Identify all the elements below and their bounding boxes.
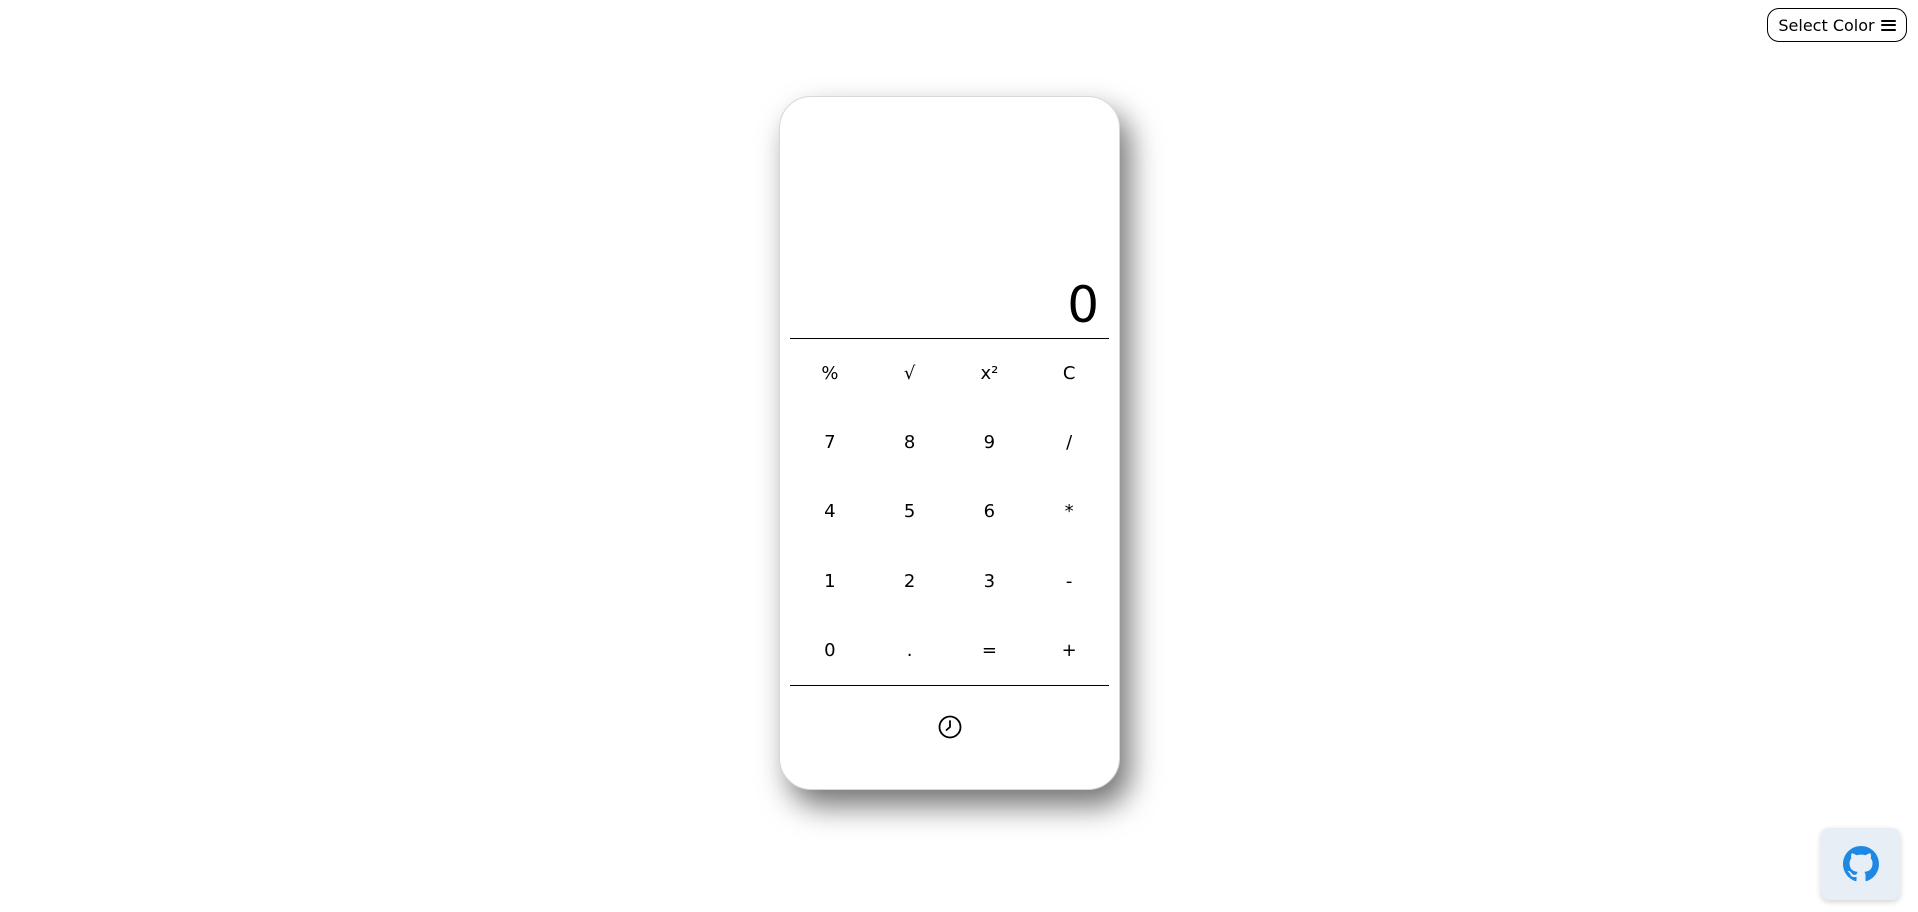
key-9[interactable]: 9 xyxy=(950,408,1030,477)
key-subtract[interactable]: - xyxy=(1029,547,1109,616)
key-equals[interactable]: = xyxy=(950,616,1030,685)
key-3[interactable]: 3 xyxy=(950,547,1030,616)
key-square[interactable]: x² xyxy=(950,339,1030,408)
key-add[interactable]: + xyxy=(1029,616,1109,685)
key-percent[interactable]: % xyxy=(790,339,870,408)
key-multiply[interactable]: * xyxy=(1029,477,1109,546)
select-color-label: Select Color xyxy=(1778,15,1875,35)
key-sqrt[interactable]: √ xyxy=(870,339,950,408)
hamburger-icon xyxy=(1880,19,1896,31)
key-7[interactable]: 7 xyxy=(790,408,870,477)
keypad: % √ x² C 7 8 9 / 4 5 6 * 1 2 3 - 0 . = + xyxy=(790,339,1109,686)
key-5[interactable]: 5 xyxy=(870,477,950,546)
display-value: 0 xyxy=(1067,276,1099,334)
history-button[interactable] xyxy=(935,712,965,742)
clock-icon xyxy=(938,715,961,738)
calculator: 0 % √ x² C 7 8 9 / 4 5 6 * 1 2 3 - 0 . =… xyxy=(779,96,1120,790)
key-decimal[interactable]: . xyxy=(870,616,950,685)
github-button[interactable] xyxy=(1821,828,1900,900)
github-icon xyxy=(1842,846,1879,882)
key-6[interactable]: 6 xyxy=(950,477,1030,546)
key-2[interactable]: 2 xyxy=(870,547,950,616)
select-color-button[interactable]: Select Color xyxy=(1767,8,1907,42)
key-4[interactable]: 4 xyxy=(790,477,870,546)
calculator-display: 0 xyxy=(790,97,1109,339)
key-8[interactable]: 8 xyxy=(870,408,950,477)
history-area xyxy=(780,686,1119,789)
key-1[interactable]: 1 xyxy=(790,547,870,616)
key-0[interactable]: 0 xyxy=(790,616,870,685)
key-clear[interactable]: C xyxy=(1029,339,1109,408)
key-divide[interactable]: / xyxy=(1029,408,1109,477)
